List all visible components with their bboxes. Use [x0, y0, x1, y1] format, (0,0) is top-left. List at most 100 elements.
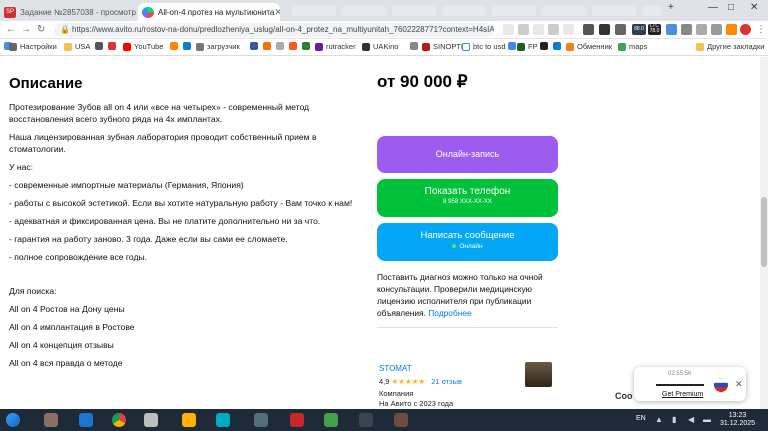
back-icon[interactable]: ←	[6, 24, 16, 35]
get-premium-link[interactable]: Get Premium	[662, 391, 703, 398]
bookmark-btc-to-usd[interactable]: btc to usd	[462, 42, 506, 51]
close-icon[interactable]: ✕	[735, 379, 743, 390]
taskbar-app-icon[interactable]	[40, 411, 62, 429]
extension-icon[interactable]	[583, 24, 594, 35]
bookmark-rutracker[interactable]: rutracker	[315, 42, 356, 51]
volume-icon[interactable]: ◀	[688, 415, 694, 424]
taskbar-app-icon[interactable]	[212, 411, 234, 429]
bookmark-downloader[interactable]: загрузчик	[196, 42, 240, 51]
background-tab[interactable]	[492, 6, 536, 16]
bookmark-exchanger[interactable]: Обменник	[566, 42, 612, 51]
online-dot-icon	[452, 244, 457, 249]
extension-icon[interactable]	[563, 24, 574, 35]
background-tab[interactable]	[542, 6, 586, 16]
ltc-ticker-icon[interactable]: LTC 78.0	[648, 24, 661, 35]
taskbar-app-icon[interactable]	[320, 411, 342, 429]
minimize-icon[interactable]: —	[708, 2, 718, 13]
clock[interactable]: 13:23 31.12.2025	[720, 412, 755, 428]
scrollbar-thumb[interactable]	[761, 197, 767, 267]
bookmark-icon[interactable]	[410, 42, 421, 50]
btc-ticker-icon[interactable]: 88.0	[632, 24, 646, 35]
background-tab[interactable]	[292, 6, 336, 16]
new-tab-icon[interactable]: +	[668, 2, 674, 13]
taskbar-app-icon[interactable]	[390, 411, 412, 429]
background-tab[interactable]	[342, 6, 386, 16]
vpn-progress-bar	[656, 384, 704, 386]
tab-avito[interactable]: All-on-4 протез на мультиюнита ✕	[138, 3, 280, 21]
bookmark-icon[interactable]	[183, 42, 194, 50]
extension-icon[interactable]	[518, 24, 529, 35]
taskbar-app-icon[interactable]	[250, 411, 272, 429]
description-paragraph: - гарантия на работу заново. 3 года. Даж…	[9, 234, 288, 244]
bookmark-usa[interactable]: USA	[64, 42, 90, 51]
seller-avatar[interactable]	[525, 362, 552, 387]
profile-avatar[interactable]	[740, 24, 751, 35]
bookmark-uakino[interactable]: UAKino	[362, 42, 398, 51]
taskbar-app-icon[interactable]	[140, 411, 162, 429]
more-link[interactable]: Подробнее	[428, 308, 471, 318]
close-tab-icon[interactable]: ✕	[274, 7, 280, 18]
bookmark-icon[interactable]	[108, 42, 119, 50]
battery-icon[interactable]: ▬	[703, 415, 711, 424]
search-term: All on 4 вся правда о методе	[9, 358, 123, 368]
bookmark-youtube[interactable]: YouTube	[123, 42, 163, 51]
extension-icon[interactable]	[599, 24, 610, 35]
reload-icon[interactable]: ↻	[37, 24, 45, 35]
download-icon[interactable]	[726, 24, 737, 35]
background-tab[interactable]	[592, 6, 636, 16]
bookmark-icon[interactable]	[540, 42, 551, 50]
extension-icon[interactable]	[681, 24, 692, 35]
extension-icon[interactable]	[548, 24, 559, 35]
start-button-icon[interactable]	[2, 411, 24, 429]
bookmark-other[interactable]: Другие закладки	[696, 42, 764, 51]
bookmark-maps[interactable]: maps	[618, 42, 647, 51]
bookmark-icon[interactable]	[553, 42, 564, 50]
description-paragraph: Для поиска:	[9, 286, 57, 296]
russia-flag-icon[interactable]	[714, 378, 728, 392]
lock-icon: 🔒	[60, 25, 70, 34]
menu-icon[interactable]: ⋮	[756, 24, 766, 35]
maximize-icon[interactable]: □	[728, 2, 734, 13]
taskbar-app-icon[interactable]	[355, 411, 377, 429]
bookmark-icon[interactable]	[250, 42, 261, 50]
write-message-button[interactable]: Написать сообщение Онлайн	[377, 223, 558, 261]
extension-icon[interactable]	[503, 24, 514, 35]
extension-icon[interactable]	[615, 24, 626, 35]
bookmark-icon[interactable]	[95, 42, 106, 50]
bookmark-icon[interactable]	[302, 42, 313, 50]
extensions-puzzle-icon[interactable]	[696, 24, 707, 35]
close-window-icon[interactable]: ✕	[750, 2, 758, 13]
background-tab[interactable]	[642, 6, 662, 16]
description-paragraph: - работы с высокой эстетикой. Если вы хо…	[9, 198, 353, 208]
online-booking-button[interactable]: Онлайн-запись	[377, 136, 558, 173]
chrome-taskbar-icon[interactable]	[108, 411, 130, 429]
taskbar-app-icon[interactable]	[286, 411, 308, 429]
background-tab[interactable]	[392, 6, 436, 16]
language-indicator[interactable]: EN	[636, 415, 646, 422]
bookmark-icon[interactable]	[276, 42, 287, 50]
extension-icon[interactable]	[666, 24, 677, 35]
sidebar-icon[interactable]	[711, 24, 722, 35]
description-paragraph: - современные импортные материалы (Герма…	[9, 180, 244, 190]
background-tab[interactable]	[442, 6, 486, 16]
taskbar-app-icon[interactable]	[178, 411, 200, 429]
show-phone-button[interactable]: Показать телефон 8 958 XXX-XX-XX	[377, 179, 558, 217]
tray-icon[interactable]: ▲	[655, 415, 663, 424]
taskbar-app-icon[interactable]	[75, 411, 97, 429]
price: от 90 000 ₽	[377, 72, 468, 91]
bookmark-icon[interactable]	[289, 42, 300, 50]
extension-icon[interactable]	[533, 24, 544, 35]
reviews-link[interactable]: 21 отзыв	[431, 377, 462, 386]
url-field[interactable]: 🔒 https://www.avito.ru/rostov-na-donu/pr…	[54, 23, 494, 37]
bookmark-icon[interactable]	[263, 42, 274, 50]
sp-favicon-icon: SP	[4, 6, 16, 18]
bookmark-settings[interactable]: Настройки	[9, 42, 57, 51]
tab-task[interactable]: SP Задание №2857038 - просмотр з ✕	[0, 3, 136, 21]
bookmark-icon[interactable]	[170, 42, 181, 50]
network-icon[interactable]: ▮	[672, 415, 676, 424]
forward-icon[interactable]: →	[21, 24, 31, 35]
url-text: https://www.avito.ru/rostov-na-donu/pred…	[72, 25, 494, 34]
scrollbar[interactable]	[760, 57, 768, 409]
seller-name-link[interactable]: STOMAT	[379, 364, 412, 373]
bookmark-fp[interactable]: FP	[517, 42, 538, 51]
